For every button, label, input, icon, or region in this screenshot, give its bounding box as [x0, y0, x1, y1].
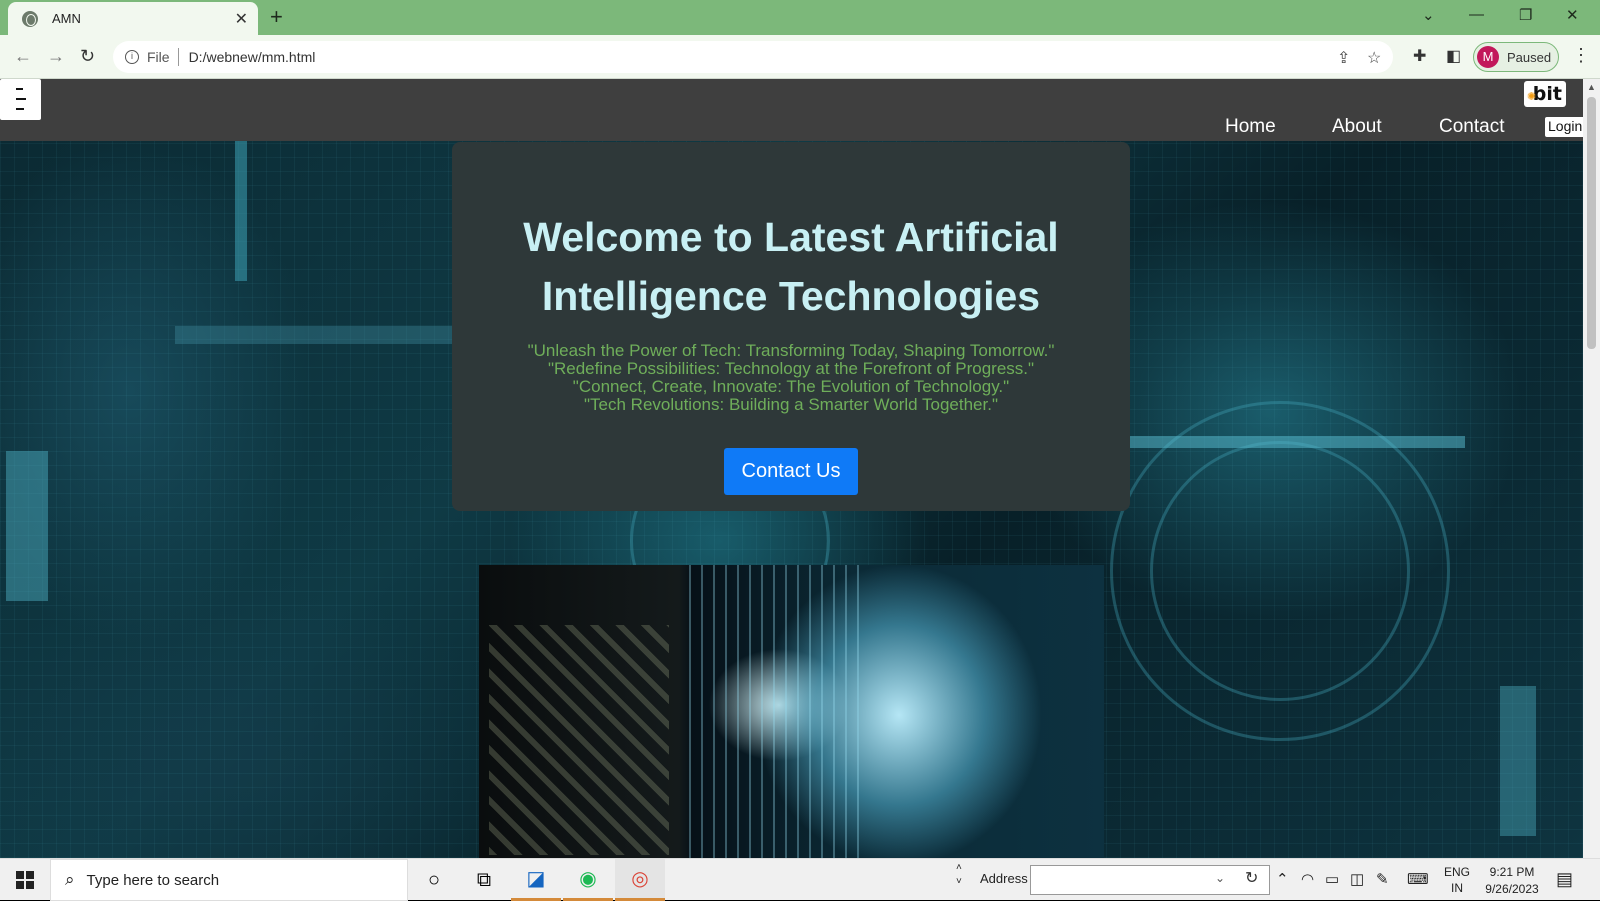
globe-icon — [22, 10, 38, 27]
chevron-down-icon[interactable]: ⌄ — [1215, 871, 1225, 885]
tab-search-icon[interactable]: ⌄ — [1422, 6, 1435, 24]
forward-icon[interactable]: → — [47, 46, 65, 67]
background-bar — [6, 451, 48, 601]
url-scheme: File — [147, 49, 170, 65]
circuit-board-graphic — [489, 625, 669, 855]
scroll-thumb[interactable] — [1587, 97, 1596, 349]
background-ring — [1150, 441, 1410, 701]
meet-now-icon[interactable]: ◫ — [1350, 870, 1364, 888]
digital-code-graphic — [689, 565, 859, 858]
spotify-icon[interactable]: ◉ — [563, 859, 613, 901]
language-indicator[interactable]: ENG IN — [1444, 864, 1470, 896]
system-clock[interactable]: 9:21 PM 9/26/2023 — [1480, 864, 1544, 898]
page-viewport: ✺ bit Home About Contact Login Welcome t… — [0, 79, 1583, 858]
show-hidden-icons[interactable]: ⌃ — [1276, 870, 1289, 888]
nav-about[interactable]: About — [1332, 116, 1382, 138]
quote-item: "Tech Revolutions: Building a Smarter Wo… — [584, 395, 998, 414]
pen-icon[interactable]: ✎ — [1376, 870, 1389, 888]
profile-button[interactable]: M Paused — [1473, 42, 1559, 72]
minimize-button[interactable]: — — [1469, 6, 1484, 23]
background-bar — [1500, 686, 1536, 836]
wifi-icon[interactable]: ◠ — [1301, 870, 1314, 888]
ai-illustration — [479, 565, 1104, 858]
quote-list: "Unleash the Power of Tech: Transforming… — [452, 342, 1130, 414]
site-navbar: ✺ bit Home About Contact Login — [0, 79, 1583, 141]
login-button[interactable]: Login — [1545, 117, 1583, 137]
region-code: IN — [1451, 881, 1463, 895]
notification-icon[interactable]: ▤ — [1556, 869, 1573, 890]
share-icon[interactable]: ⇪ — [1337, 48, 1350, 68]
profile-status: Paused — [1507, 49, 1552, 65]
nav-home[interactable]: Home — [1225, 116, 1276, 138]
scroll-up-icon[interactable]: ▲ — [1587, 82, 1596, 92]
language-code: ENG — [1444, 865, 1471, 879]
windows-icon[interactable] — [16, 871, 34, 889]
chat-app-icon[interactable]: ◪ — [511, 859, 561, 901]
back-icon[interactable]: ← — [14, 46, 32, 67]
quote-item: "Redefine Possibilities: Technology at t… — [547, 359, 1035, 378]
page-scrollbar[interactable]: ▲ — [1583, 79, 1600, 858]
battery-icon[interactable]: ▭ — [1325, 870, 1339, 888]
hero-title: Welcome to Latest Artificial Intelligenc… — [452, 208, 1130, 326]
task-view-icon[interactable]: ⧉ — [459, 859, 509, 901]
background-bar — [1125, 436, 1465, 448]
contact-us-button[interactable]: Contact Us — [724, 448, 858, 495]
sidepanel-icon[interactable]: ◧ — [1446, 46, 1461, 66]
clock-time: 9:21 PM — [1489, 865, 1535, 879]
clock-date: 9/26/2023 — [1485, 882, 1539, 896]
hamburger-icon[interactable] — [0, 79, 41, 120]
chrome-icon[interactable]: ◎ — [615, 859, 665, 901]
quote-item: "Unleash the Power of Tech: Transforming… — [527, 341, 1055, 360]
toolbar-scroll-icon[interactable]: ˄ ˅ — [956, 861, 962, 889]
hero-title-line1: Welcome to Latest Artificial — [523, 214, 1059, 260]
search-placeholder: Type here to search — [86, 871, 220, 889]
close-tab-icon[interactable]: ✕ — [235, 9, 248, 29]
close-window-button[interactable]: ✕ — [1566, 6, 1579, 24]
menu-icon[interactable]: ⋮ — [1572, 45, 1590, 66]
site-logo[interactable]: ✺ bit — [1524, 81, 1566, 107]
hero-card: Welcome to Latest Artificial Intelligenc… — [452, 142, 1130, 511]
address-bar[interactable]: i File D:/webnew/mm.html ⇪ ☆ — [113, 41, 1393, 73]
extensions-icon[interactable]: ✚ — [1413, 46, 1426, 66]
background-bar — [235, 141, 247, 281]
new-tab-button[interactable]: + — [270, 6, 283, 28]
tab-strip: AMN ✕ + ⌄ — ❐ ✕ — [0, 0, 1600, 35]
address-toolbar-input[interactable] — [1030, 865, 1270, 895]
url-divider — [177, 48, 179, 66]
search-icon: ⌕ — [65, 870, 75, 889]
reload-icon[interactable]: ↻ — [80, 46, 95, 67]
browser-toolbar: ← → ↻ i File D:/webnew/mm.html ⇪ ☆ ✚ ◧ M… — [0, 35, 1600, 79]
refresh-icon[interactable]: ↻ — [1245, 868, 1258, 888]
background-bar — [175, 326, 455, 344]
keyboard-icon[interactable]: ⌨ — [1407, 870, 1429, 888]
tab-title: AMN — [52, 11, 81, 26]
star-icon[interactable]: ☆ — [1367, 48, 1381, 68]
url-text[interactable]: D:/webnew/mm.html — [189, 49, 316, 65]
logo-spark-icon: ✺ — [1527, 90, 1537, 103]
restore-button[interactable]: ❐ — [1519, 6, 1532, 24]
address-toolbar-label: Address — [980, 871, 1028, 886]
quote-item: "Connect, Create, Innovate: The Evolutio… — [572, 377, 1010, 396]
info-icon[interactable]: i — [125, 50, 139, 64]
browser-tab[interactable]: AMN ✕ — [8, 2, 258, 35]
avatar: M — [1477, 46, 1499, 68]
nav-contact[interactable]: Contact — [1439, 116, 1504, 138]
windows-taskbar: ⌕ Type here to search ○ ⧉ ◪ ◉ ◎ ˄ ˅ Addre… — [0, 858, 1600, 901]
hero-title-line2: Intelligence Technologies — [541, 273, 1041, 319]
taskbar-search[interactable]: ⌕ Type here to search — [50, 859, 408, 901]
cortana-icon[interactable]: ○ — [409, 859, 459, 901]
logo-text: bit — [1532, 83, 1562, 105]
